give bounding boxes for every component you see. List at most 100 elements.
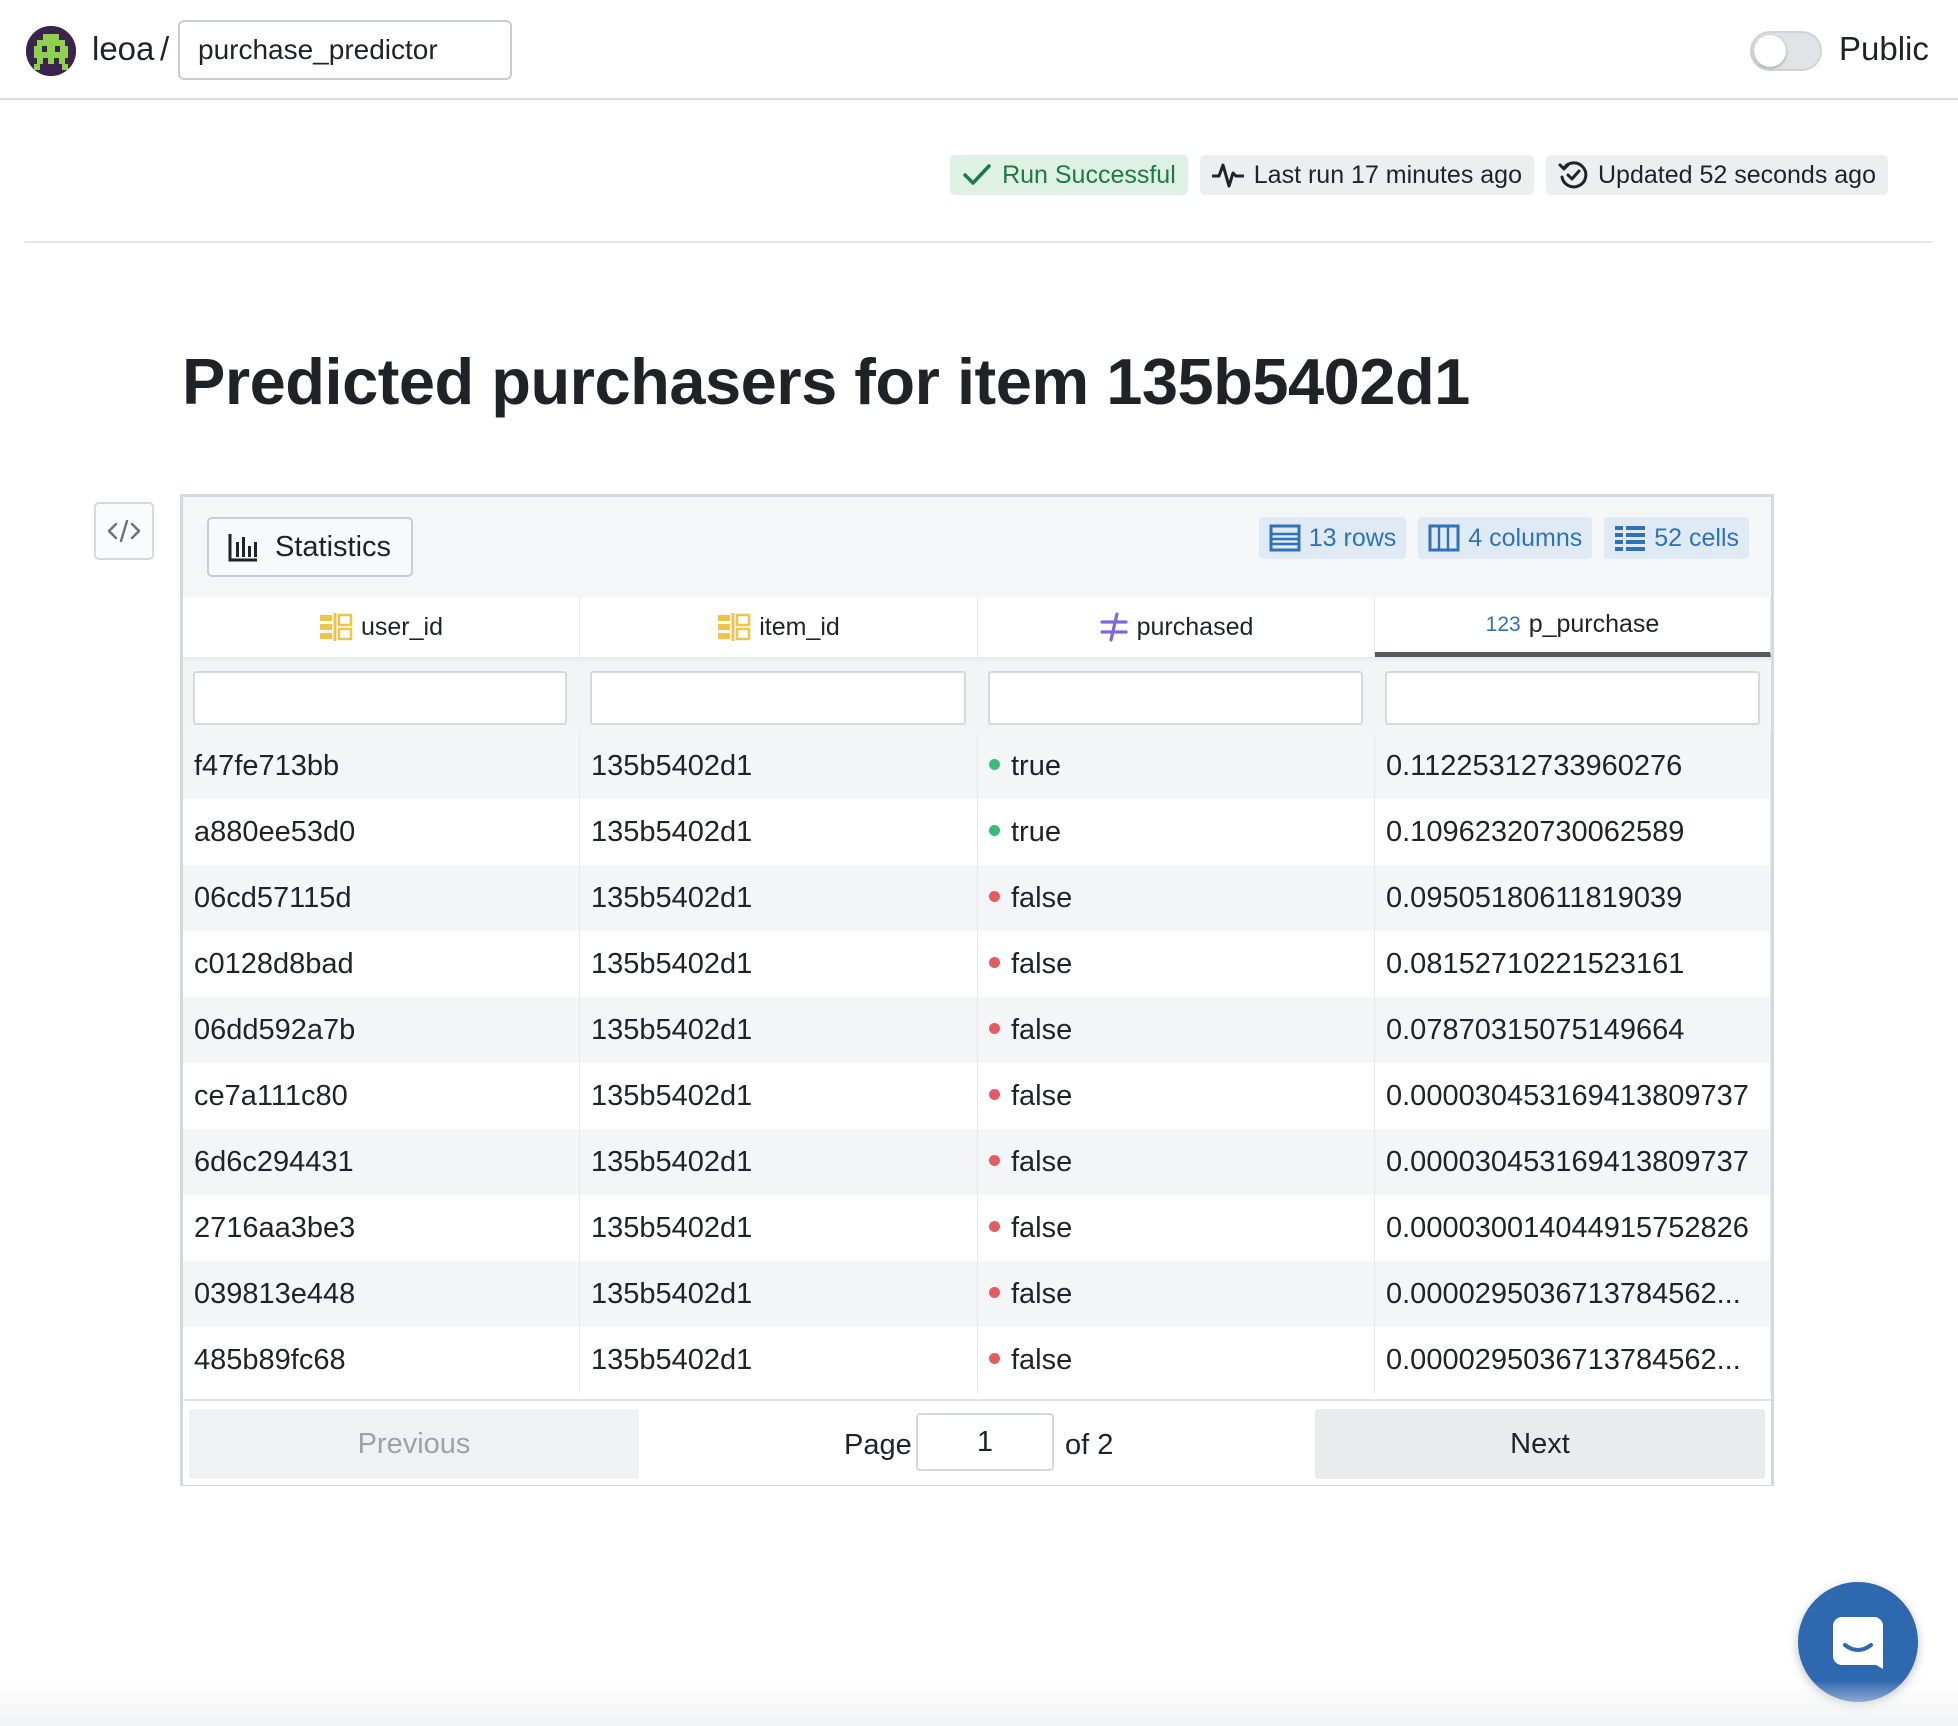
- cell-user-id[interactable]: 06dd592a7b: [183, 997, 580, 1063]
- cell-user-id[interactable]: ce7a111c80: [183, 1063, 580, 1129]
- column-header-item-id[interactable]: item_id: [580, 597, 978, 657]
- cell-value: 0.000030453169413809737: [1386, 1080, 1749, 1112]
- table-toolbar: Statistics 13 rows 4 columns 52 cells: [183, 497, 1771, 599]
- rows-count: 13 rows: [1308, 523, 1397, 552]
- cell-purchased[interactable]: true: [978, 733, 1375, 799]
- statistics-label: Statistics: [275, 530, 392, 563]
- user-id-filter-input[interactable]: [193, 671, 567, 725]
- owner-link[interactable]: leoa: [92, 30, 154, 68]
- column-name: user_id: [361, 612, 443, 641]
- cell-value: 135b5402d1: [591, 1278, 753, 1310]
- updated-badge[interactable]: Updated 52 seconds ago: [1546, 155, 1888, 195]
- cell-item-id[interactable]: 135b5402d1: [580, 865, 978, 931]
- cell-purchased[interactable]: false: [978, 1327, 1375, 1393]
- text-column-icon: [320, 613, 353, 641]
- history-check-icon: [1558, 161, 1588, 189]
- cell-item-id[interactable]: 135b5402d1: [580, 1063, 978, 1129]
- show-code-button[interactable]: [94, 502, 154, 560]
- table-row: c0128d8bad 135b5402d1 false 0.0815271022152…: [183, 931, 1771, 997]
- cell-p-purchase[interactable]: 0.000030453169413809737: [1375, 1129, 1771, 1195]
- boolean-dot-icon: [989, 1088, 1000, 1100]
- table-row: 06cd57115d 135b5402d1 false 0.0950518061181…: [183, 865, 1771, 931]
- cell-item-id[interactable]: 135b5402d1: [580, 1129, 978, 1195]
- cell-value: 0.09505180611819039: [1386, 882, 1683, 914]
- cell-p-purchase[interactable]: 0.07870315075149664: [1375, 997, 1771, 1063]
- table-row: 6d6c294431 135b5402d1 false 0.0000304531694…: [183, 1129, 1771, 1195]
- cell-p-purchase[interactable]: 0.0000295036713784562...: [1375, 1327, 1771, 1393]
- cell-user-id[interactable]: 485b89fc68: [183, 1327, 580, 1393]
- cell-purchased[interactable]: false: [978, 997, 1375, 1063]
- cell-value: 135b5402d1: [591, 948, 753, 980]
- cell-value: true: [1011, 750, 1061, 782]
- path-separator: /: [160, 30, 170, 67]
- cell-p-purchase[interactable]: 0.10962320730062589: [1375, 799, 1771, 865]
- cell-purchased[interactable]: false: [978, 1129, 1375, 1195]
- p-purchase-filter-input[interactable]: [1385, 671, 1760, 725]
- cell-value: false: [1011, 1278, 1073, 1310]
- cell-purchased[interactable]: false: [978, 1261, 1375, 1327]
- cell-value: ce7a111c80: [194, 1080, 348, 1112]
- cell-value: 0.08152710221523161: [1386, 948, 1685, 980]
- cell-value: false: [1011, 1146, 1073, 1178]
- cell-item-id[interactable]: 135b5402d1: [580, 1327, 978, 1393]
- boolean-dot-icon: [989, 956, 1000, 968]
- cell-p-purchase[interactable]: 0.11225312733960276: [1375, 733, 1771, 799]
- column-header-p-purchase[interactable]: 123 p_purchase: [1375, 597, 1771, 657]
- user-avatar-icon[interactable]: [26, 26, 76, 76]
- table-row: a880ee53d0 135b5402d1 true 0.10962320730062…: [183, 799, 1771, 865]
- cell-user-id[interactable]: f47fe713bb: [183, 733, 580, 799]
- cell-item-id[interactable]: 135b5402d1: [580, 931, 978, 997]
- cell-value: false: [1011, 1212, 1073, 1244]
- cell-user-id[interactable]: 6d6c294431: [183, 1129, 580, 1195]
- next-page-button[interactable]: Next: [1315, 1409, 1765, 1479]
- cell-user-id[interactable]: c0128d8bad: [183, 931, 580, 997]
- cell-p-purchase[interactable]: 0.000030453169413809737: [1375, 1063, 1771, 1129]
- cell-value: 135b5402d1: [591, 750, 753, 782]
- column-header-user-id[interactable]: user_id: [183, 597, 580, 657]
- boolean-dot-icon: [989, 1154, 1000, 1166]
- cell-value: 135b5402d1: [591, 1146, 753, 1178]
- code-icon: [107, 519, 141, 543]
- cell-user-id[interactable]: 039813e448: [183, 1261, 580, 1327]
- cell-purchased[interactable]: false: [978, 865, 1375, 931]
- cell-p-purchase[interactable]: 0.000030014044915752826: [1375, 1195, 1771, 1261]
- cell-purchased[interactable]: false: [978, 1063, 1375, 1129]
- column-header-purchased[interactable]: purchased: [978, 597, 1375, 657]
- project-name-input[interactable]: [178, 20, 512, 80]
- cell-purchased[interactable]: false: [978, 931, 1375, 997]
- cell-value: false: [1011, 882, 1073, 914]
- cell-item-id[interactable]: 135b5402d1: [580, 799, 978, 865]
- previous-page-button[interactable]: Previous: [189, 1409, 639, 1479]
- cell-user-id[interactable]: 06cd57115d: [183, 865, 580, 931]
- cell-p-purchase[interactable]: 0.08152710221523161: [1375, 931, 1771, 997]
- cell-value: c0128d8bad: [194, 948, 354, 980]
- run-status-text: Run Successful: [1002, 160, 1176, 189]
- cell-item-id[interactable]: 135b5402d1: [580, 1261, 978, 1327]
- public-toggle[interactable]: [1750, 31, 1822, 71]
- bar-chart-icon: [228, 534, 257, 562]
- cell-purchased[interactable]: true: [978, 799, 1375, 865]
- columns-count: 4 columns: [1468, 523, 1583, 552]
- boolean-dot-icon: [989, 1286, 1000, 1298]
- table-row: f47fe713bb 135b5402d1 true 0.11225312733960…: [183, 733, 1771, 799]
- cell-item-id[interactable]: 135b5402d1: [580, 1195, 978, 1261]
- cell-value: 0.11225312733960276: [1386, 750, 1683, 782]
- cell-p-purchase[interactable]: 0.0000295036713784562...: [1375, 1261, 1771, 1327]
- cell-p-purchase[interactable]: 0.09505180611819039: [1375, 865, 1771, 931]
- purchased-filter-input[interactable]: [988, 671, 1363, 725]
- cell-item-id[interactable]: 135b5402d1: [580, 997, 978, 1063]
- cell-purchased[interactable]: false: [978, 1195, 1375, 1261]
- cell-value: 0.07870315075149664: [1386, 1014, 1685, 1046]
- cell-user-id[interactable]: 2716aa3be3: [183, 1195, 580, 1261]
- item-id-filter-input[interactable]: [590, 671, 966, 725]
- last-run-badge[interactable]: Last run 17 minutes ago: [1199, 155, 1534, 195]
- updated-text: Updated 52 seconds ago: [1598, 160, 1876, 189]
- statistics-button[interactable]: Statistics: [207, 517, 413, 577]
- page-number-input[interactable]: [916, 1413, 1054, 1471]
- page-total-label: of 2: [1065, 1429, 1114, 1461]
- cell-value: 135b5402d1: [591, 1014, 753, 1046]
- cell-value: 06dd592a7b: [194, 1014, 356, 1046]
- cell-value: 0.000030014044915752826: [1386, 1212, 1749, 1244]
- cell-item-id[interactable]: 135b5402d1: [580, 733, 978, 799]
- cell-user-id[interactable]: a880ee53d0: [183, 799, 580, 865]
